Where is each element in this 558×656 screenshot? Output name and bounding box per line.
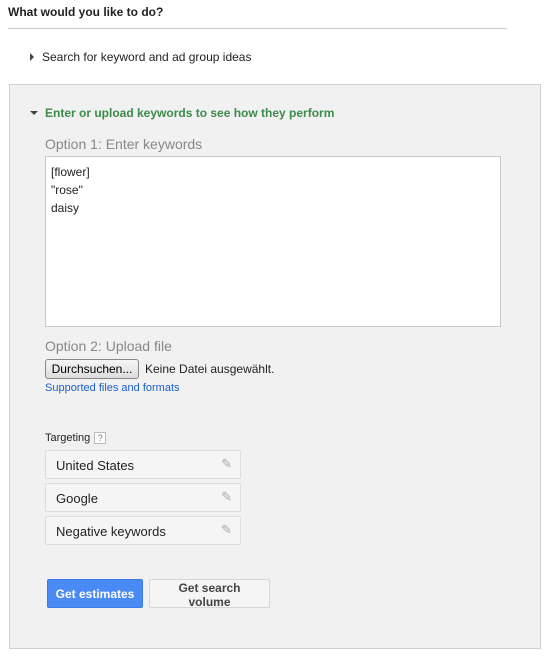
search-ideas-toggle[interactable]: Search for keyword and ad group ideas	[30, 50, 251, 64]
option1-label: Option 1: Enter keywords	[45, 136, 203, 152]
page-title: What would you like to do?	[8, 5, 164, 19]
divider	[8, 28, 507, 29]
help-icon[interactable]: ?	[94, 432, 107, 444]
targeting-network[interactable]: Google ✎	[45, 483, 241, 512]
section-title: Enter or upload keywords to see how they…	[45, 106, 335, 120]
caret-right-icon	[30, 53, 34, 61]
pencil-icon: ✎	[221, 456, 232, 471]
browse-button[interactable]: Durchsuchen...	[45, 359, 139, 379]
targeting-value: Google	[56, 491, 98, 506]
targeting-location[interactable]: United States ✎	[45, 450, 241, 479]
caret-down-icon	[30, 111, 38, 115]
targeting-negative-keywords[interactable]: Negative keywords ✎	[45, 516, 241, 545]
pencil-icon: ✎	[221, 489, 232, 504]
keywords-input[interactable]: [flower] "rose" daisy	[45, 156, 501, 327]
targeting-value: United States	[56, 458, 135, 473]
keywords-panel: Enter or upload keywords to see how they…	[9, 84, 541, 649]
get-estimates-button[interactable]: Get estimates	[47, 579, 143, 608]
targeting-text: Targeting	[45, 432, 91, 444]
targeting-value: Negative keywords	[56, 524, 166, 539]
file-status: Keine Datei ausgewählt.	[145, 362, 275, 376]
section-toggle[interactable]: Enter or upload keywords to see how they…	[30, 106, 334, 120]
supported-files-link[interactable]: Supported files and formats	[45, 382, 180, 394]
option2-label: Option 2: Upload file	[45, 338, 172, 354]
search-ideas-label: Search for keyword and ad group ideas	[42, 50, 252, 64]
get-search-volume-button[interactable]: Get search volume	[149, 579, 270, 609]
pencil-icon: ✎	[221, 522, 232, 537]
targeting-label: Targeting?	[45, 432, 107, 444]
